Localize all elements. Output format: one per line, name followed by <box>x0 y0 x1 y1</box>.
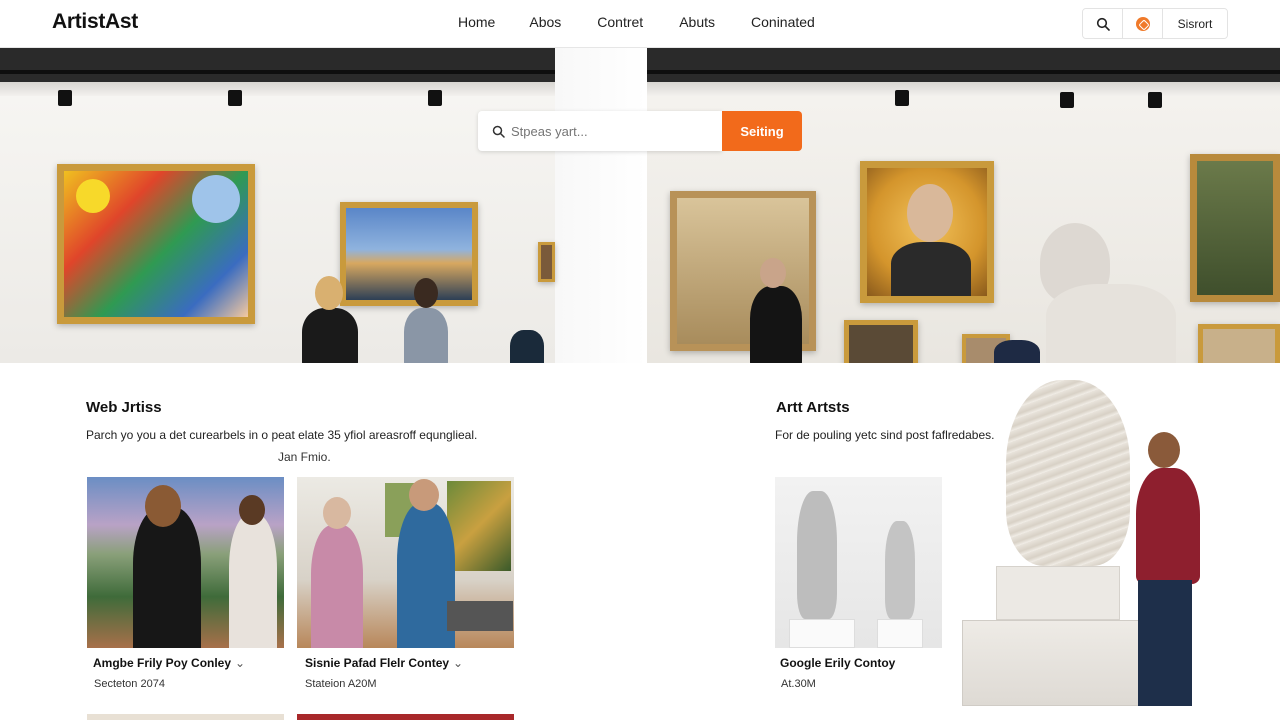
painting-small-portrait <box>844 320 918 363</box>
hero-banner: Seiting <box>0 48 1280 363</box>
sculpture-card-title[interactable]: Google Erily Contoy <box>780 656 895 670</box>
nav-coninated[interactable]: Coninated <box>751 14 815 30</box>
painting-small <box>1198 324 1280 363</box>
pedestal-base <box>962 620 1148 706</box>
sculpture-bust-torso <box>1046 284 1176 363</box>
painting-reclining-figure <box>340 202 478 306</box>
artwork-card-image[interactable] <box>297 714 514 720</box>
artwork-card-image[interactable] <box>87 714 284 720</box>
visitor-figure <box>404 308 448 363</box>
gallery-divider <box>555 48 647 363</box>
painting-portrait <box>860 161 994 303</box>
visitor-head <box>1148 432 1180 468</box>
search-icon <box>492 125 505 138</box>
left-section-title: Web Jrtiss <box>86 399 162 416</box>
brand-badge-icon <box>1135 16 1150 31</box>
nav-home[interactable]: Home <box>458 14 495 30</box>
artwork-card-meta: Secteton 2074 <box>94 678 165 690</box>
header-search-button[interactable] <box>1083 9 1123 38</box>
visitor-figure <box>1136 468 1200 584</box>
visitor-figure <box>510 330 544 363</box>
spotlight-icon <box>1060 92 1074 108</box>
search-icon <box>1096 17 1110 31</box>
artwork-card-title[interactable]: Amgbe Frily Poy Conley ⌄ <box>93 656 245 670</box>
brand-badge-button[interactable] <box>1123 9 1163 38</box>
artwork-card-image[interactable] <box>87 477 284 648</box>
card-title-text: Amgbe Frily Poy Conley <box>93 656 232 670</box>
visitor-head <box>760 258 786 288</box>
main-nav: Home Abos Contret Abuts Coninated <box>440 14 815 30</box>
artwork-card-image[interactable] <box>297 477 514 648</box>
spotlight-icon <box>228 90 242 106</box>
top-header: ArtistAst Home Abos Contret Abuts Conina… <box>0 0 1280 48</box>
sculpture-card-image[interactable] <box>775 477 942 648</box>
pedestal-top <box>996 566 1120 620</box>
hero-search-field[interactable] <box>478 111 722 151</box>
right-section-title: Artt Artsts <box>776 399 850 416</box>
visitor-head <box>414 278 438 308</box>
spotlight-icon <box>895 90 909 106</box>
artwork-card-meta: Stateion A20M <box>305 678 377 690</box>
visitor-figure <box>750 286 802 363</box>
nav-contact[interactable]: Contret <box>597 14 643 30</box>
search-button[interactable]: Seiting <box>722 111 802 151</box>
painting-colorful <box>57 164 255 324</box>
spotlight-icon <box>1148 92 1162 108</box>
site-logo[interactable]: ArtistAst <box>52 10 138 34</box>
nav-about[interactable]: Abos <box>529 14 561 30</box>
visitor-figure <box>302 308 358 363</box>
left-section-subtext: Jan Fmio. <box>278 450 331 464</box>
painting-landscape <box>1190 154 1280 302</box>
painting-small <box>538 242 555 282</box>
sculpture-card-meta: At.30M <box>781 678 816 690</box>
sign-in-button[interactable]: Sisrort <box>1163 9 1227 38</box>
visitor-legs <box>1138 580 1192 706</box>
chevron-down-icon: ⌄ <box>235 656 246 670</box>
header-tools: Sisrort <box>1082 8 1228 39</box>
right-section-description: For de pouling yetc sind post faflredabe… <box>775 428 995 442</box>
nav-abuts[interactable]: Abuts <box>679 14 715 30</box>
artwork-card-title[interactable]: Sisnie Pafad Flelr Contey ⌄ <box>305 656 463 670</box>
spotlight-icon <box>58 90 72 106</box>
visitor-figure <box>994 340 1040 363</box>
visitor-head <box>315 276 343 310</box>
spiral-sculpture <box>1006 380 1130 566</box>
left-section-description: Parch yo you a det curearbels in o peat … <box>86 428 478 442</box>
chevron-down-icon: ⌄ <box>453 656 464 670</box>
search-input[interactable] <box>511 123 701 139</box>
spotlight-icon <box>428 90 442 106</box>
card-title-text: Sisnie Pafad Flelr Contey <box>305 656 450 670</box>
